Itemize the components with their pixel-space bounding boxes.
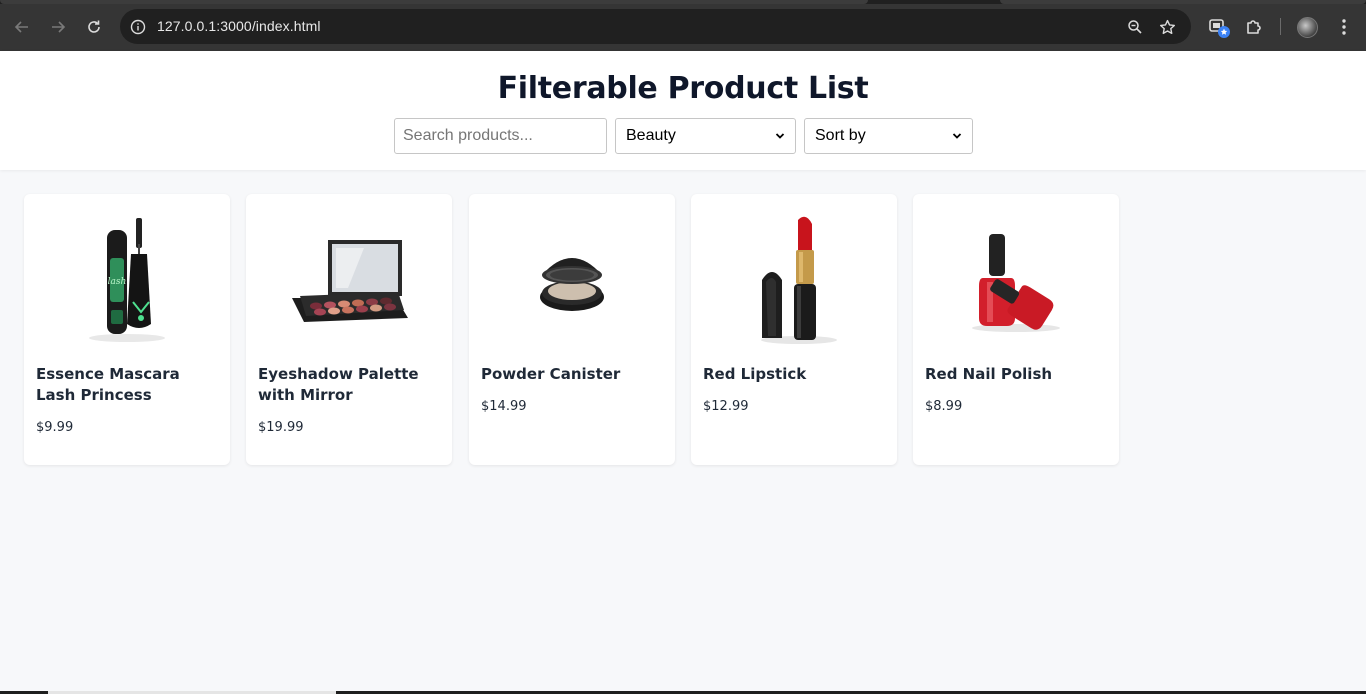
product-card[interactable]: lash Essence Mascara Lash Princess $9.99 bbox=[24, 194, 230, 465]
chevron-down-icon bbox=[952, 133, 962, 139]
extension-button[interactable] bbox=[1207, 15, 1231, 39]
powder-canister-image bbox=[469, 206, 675, 354]
product-card[interactable]: Powder Canister $14.99 bbox=[469, 194, 675, 465]
category-select-value: Beauty bbox=[626, 127, 676, 144]
bookmark-button[interactable] bbox=[1157, 17, 1177, 37]
forward-button[interactable] bbox=[45, 14, 71, 40]
url-text[interactable]: 127.0.0.1:3000/index.html bbox=[157, 18, 321, 34]
product-price: $12.99 bbox=[703, 399, 749, 414]
svg-text:lash: lash bbox=[108, 277, 127, 287]
reload-icon bbox=[88, 20, 100, 33]
product-price: $9.99 bbox=[36, 420, 74, 435]
sort-select[interactable]: Sort by bbox=[804, 118, 973, 154]
site-info-button[interactable] bbox=[128, 17, 148, 37]
browser-menu-button[interactable] bbox=[1332, 15, 1356, 39]
kebab-menu-icon bbox=[1342, 19, 1346, 35]
product-card[interactable]: Eyeshadow Palette with Mirror $19.99 bbox=[246, 194, 452, 465]
product-name: Eyeshadow Palette with Mirror bbox=[258, 365, 419, 404]
product-name: Essence Mascara Lash Princess bbox=[36, 365, 180, 404]
page-header: Filterable Product List Beauty Sort by bbox=[0, 51, 1366, 170]
extension-badge-icon bbox=[1209, 19, 1230, 38]
reload-button[interactable] bbox=[81, 14, 107, 40]
arrow-right-icon bbox=[52, 21, 66, 33]
puzzle-icon bbox=[1247, 20, 1261, 34]
info-icon bbox=[130, 19, 146, 35]
chevron-down-icon bbox=[775, 133, 785, 139]
category-select[interactable]: Beauty bbox=[615, 118, 796, 154]
browser-toolbar: 127.0.0.1:3000/index.html bbox=[0, 0, 1366, 51]
tab-strip bbox=[0, 0, 1366, 4]
zoom-icon bbox=[1128, 20, 1142, 34]
toolbar-divider bbox=[1280, 18, 1281, 35]
product-price: $8.99 bbox=[925, 399, 963, 414]
product-card[interactable]: Red Nail Polish $8.99 bbox=[913, 194, 1119, 465]
back-button[interactable] bbox=[9, 14, 35, 40]
lipstick-image bbox=[691, 206, 897, 354]
star-icon bbox=[1159, 19, 1175, 34]
sort-select-value: Sort by bbox=[815, 127, 866, 144]
product-name: Red Nail Polish bbox=[925, 365, 1053, 383]
arrow-left-icon bbox=[14, 21, 28, 33]
page-title: Filterable Product List bbox=[497, 71, 869, 106]
product-card[interactable]: Red Lipstick $12.99 bbox=[691, 194, 897, 465]
search-input[interactable] bbox=[394, 118, 607, 154]
product-name: Red Lipstick bbox=[703, 365, 807, 383]
mascara-image: lash bbox=[24, 206, 230, 354]
nail-polish-image bbox=[913, 206, 1119, 354]
product-price: $14.99 bbox=[481, 399, 527, 414]
address-bar[interactable]: 127.0.0.1:3000/index.html bbox=[120, 9, 1191, 44]
zoom-button[interactable] bbox=[1125, 17, 1145, 37]
eyeshadow-palette-image bbox=[246, 206, 452, 354]
product-name: Powder Canister bbox=[481, 365, 621, 383]
product-price: $19.99 bbox=[258, 420, 304, 435]
profile-avatar[interactable] bbox=[1297, 17, 1318, 38]
extensions-menu-button[interactable] bbox=[1242, 15, 1266, 39]
page-content: Filterable Product List Beauty Sort by l… bbox=[0, 51, 1366, 694]
